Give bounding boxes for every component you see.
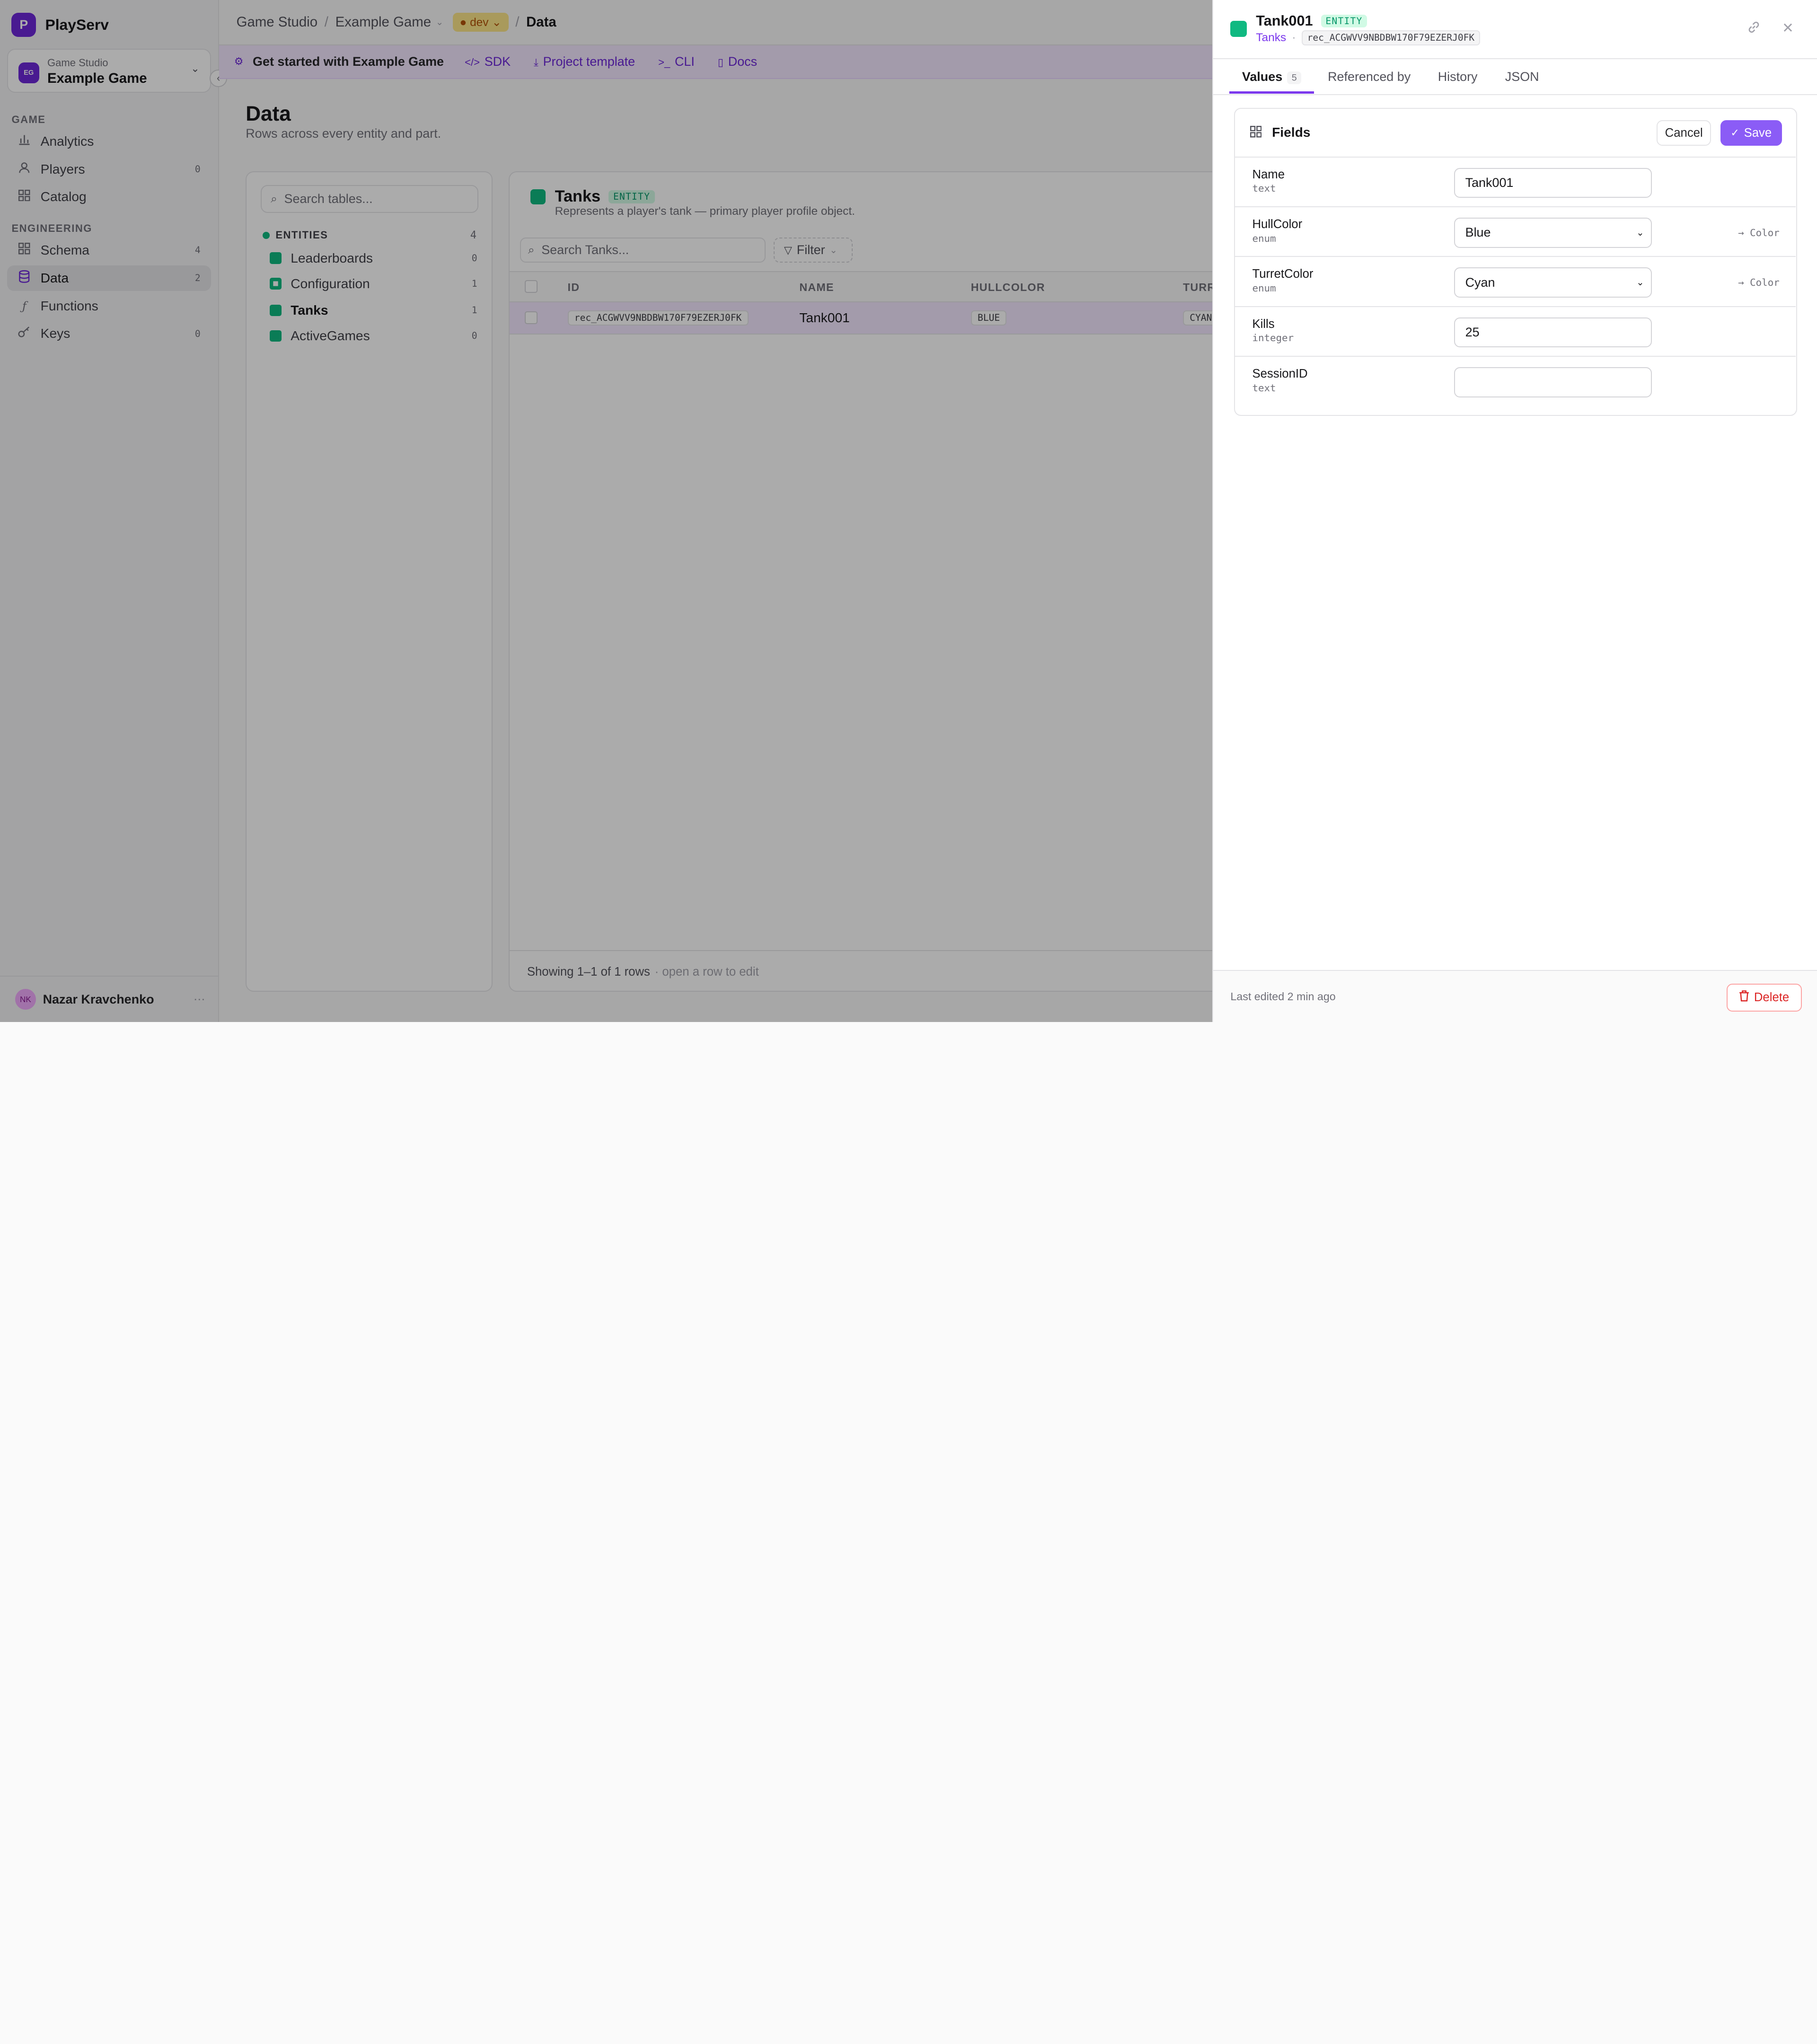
field-row-turretcolor: TurretColor enum Cyan ⌄ → Color (1235, 257, 1796, 307)
field-reference[interactable]: → Color (1738, 277, 1780, 288)
field-type: enum (1252, 282, 1276, 294)
trash-icon (1739, 990, 1749, 1004)
fields-card-title: Fields (1272, 125, 1311, 140)
sessionid-field[interactable] (1454, 367, 1652, 397)
field-type: text (1252, 183, 1276, 194)
tab-values-label: Values (1242, 69, 1283, 84)
field-row-kills: Kills integer (1235, 307, 1796, 357)
field-name: SessionID (1252, 367, 1308, 380)
grid-icon (1250, 126, 1262, 141)
chevron-down-icon: ⌄ (1636, 277, 1644, 288)
app-root: P PlayServ EG Game Studio Example Game ⌄… (0, 0, 1817, 1022)
tab-values-count: 5 (1287, 71, 1302, 85)
turretcolor-select[interactable]: Cyan ⌄ (1454, 267, 1652, 298)
chevron-down-icon: ⌄ (1636, 227, 1644, 238)
fields-card: Fields Cancel ✓ Save Name text HullColor… (1234, 107, 1797, 416)
field-name: Kills (1252, 317, 1275, 331)
drawer-footer: Last edited 2 min ago Delete (1213, 969, 1817, 1022)
delete-button-label: Delete (1754, 990, 1790, 1004)
separator-dot: · (1292, 31, 1296, 44)
drawer-subtitle: Tanks · rec_ACGWVV9NBDBW170F79EZERJ0FK (1256, 30, 1480, 45)
tab-history[interactable]: History (1438, 70, 1478, 84)
field-reference[interactable]: → Color (1738, 227, 1780, 238)
save-button[interactable]: ✓ Save (1720, 120, 1782, 146)
field-row-sessionid: SessionID text (1235, 357, 1796, 406)
drawer-title-row: Tank001 ENTITY (1256, 13, 1367, 29)
kills-field[interactable] (1454, 317, 1652, 348)
record-drawer: Tank001 ENTITY Tanks · rec_ACGWVV9NBDBW1… (1212, 0, 1817, 1022)
modal-backdrop[interactable] (0, 0, 1212, 1022)
tab-json[interactable]: JSON (1505, 70, 1539, 84)
active-tab-indicator (1229, 91, 1314, 94)
drawer-tabs: Values 5 Referenced by History JSON (1213, 59, 1817, 95)
link-icon[interactable] (1747, 21, 1760, 37)
save-button-label: Save (1744, 126, 1772, 140)
drawer-title: Tank001 (1256, 12, 1313, 29)
hullcolor-select[interactable]: Blue ⌄ (1454, 217, 1652, 248)
check-icon: ✓ (1730, 127, 1739, 139)
cancel-button[interactable]: Cancel (1657, 120, 1711, 146)
close-icon[interactable]: ✕ (1782, 20, 1794, 36)
field-name: TurretColor (1252, 267, 1314, 281)
tab-referenced-by[interactable]: Referenced by (1328, 70, 1411, 84)
delete-button[interactable]: Delete (1726, 983, 1802, 1012)
entity-badge: ENTITY (1321, 14, 1367, 28)
field-type: integer (1252, 332, 1294, 344)
select-value: Cyan (1465, 275, 1495, 290)
tab-values[interactable]: Values 5 (1242, 69, 1302, 85)
name-field[interactable] (1454, 167, 1652, 198)
field-name: HullColor (1252, 217, 1303, 231)
last-edited-text: Last edited 2 min ago (1230, 990, 1336, 1003)
table-color-icon (1230, 21, 1247, 37)
drawer-header: Tank001 ENTITY Tanks · rec_ACGWVV9NBDBW1… (1213, 0, 1817, 59)
field-row-hullcolor: HullColor enum Blue ⌄ → Color (1235, 207, 1796, 257)
field-name: Name (1252, 167, 1285, 181)
field-type: enum (1252, 232, 1276, 244)
select-value: Blue (1465, 225, 1491, 240)
drawer-table-link[interactable]: Tanks (1256, 31, 1286, 44)
record-id-chip[interactable]: rec_ACGWVV9NBDBW170F79EZERJ0FK (1301, 30, 1480, 45)
field-type: text (1252, 382, 1276, 394)
fields-card-header: Fields Cancel ✓ Save (1235, 109, 1796, 158)
field-row-name: Name text (1235, 158, 1796, 207)
